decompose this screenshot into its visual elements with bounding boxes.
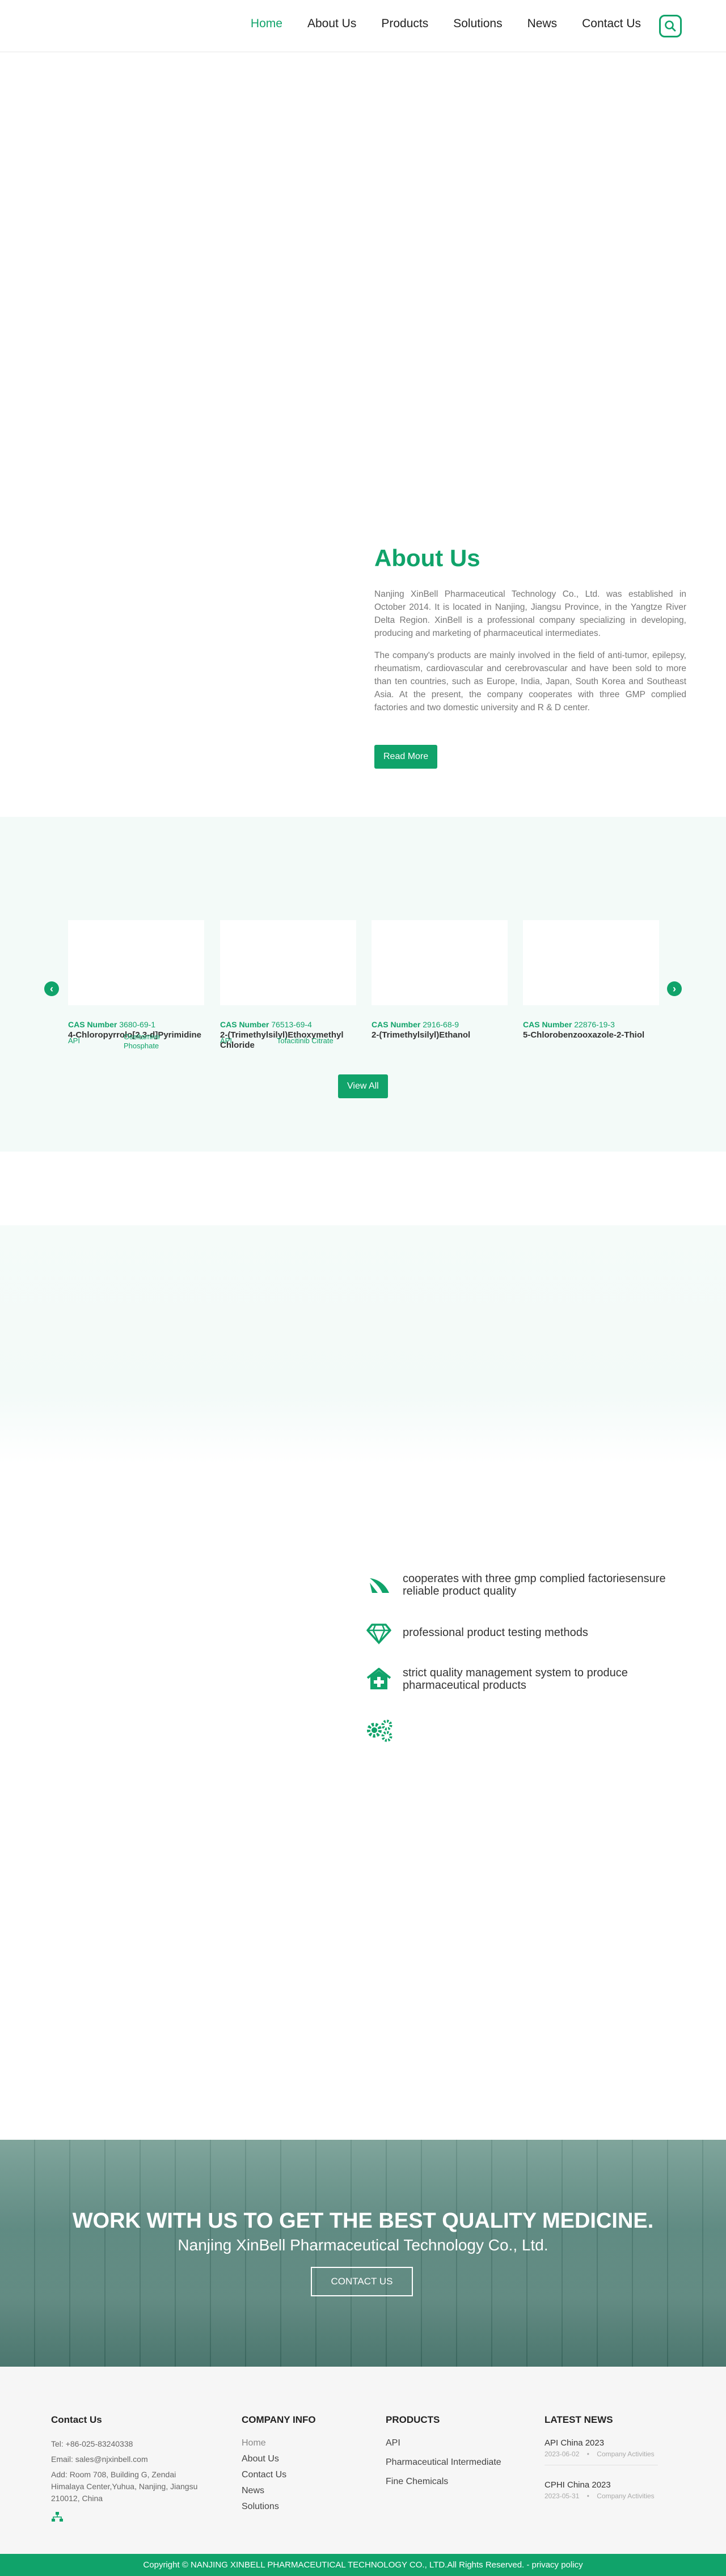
feature-text: cooperates with three gmp complied facto…	[403, 1572, 666, 1597]
product-category-tag[interactable]: Oseltamivir	[124, 1032, 161, 1041]
news-category[interactable]: Company Activities	[597, 2450, 654, 2458]
product-category-tag[interactable]: API	[68, 1036, 80, 1045]
footer-link-fine-chemicals[interactable]: Fine Chemicals	[386, 2477, 501, 2487]
carousel-prev-button[interactable]: ‹	[44, 981, 59, 996]
about-section: About Us Nanjing XinBell Pharmaceutical …	[374, 545, 686, 769]
news-separator: •	[586, 2450, 589, 2458]
product-cas: CAS Number 2916-68-9	[372, 1020, 459, 1029]
about-paragraph-1: Nanjing XinBell Pharmaceutical Technolog…	[374, 589, 686, 638]
contact-us-button[interactable]: CONTACT US	[311, 2267, 413, 2296]
product-image	[220, 920, 356, 1005]
news-meta: 2023-06-02 • Company Activities	[544, 2450, 660, 2458]
news-title[interactable]: API China 2023	[544, 2438, 660, 2448]
medical-house-icon	[366, 1668, 391, 1689]
nav-solutions[interactable]: Solutions	[453, 17, 502, 31]
site-footer: Contact Us Tel: +86-025-83240338 Email: …	[0, 2367, 726, 2554]
cta-banner: WORK WITH US TO GET THE BEST QUALITY MED…	[0, 2140, 726, 2367]
footer-contact-heading: Contact Us	[51, 2414, 102, 2425]
footer-email[interactable]: Email: sales@njxinbell.com	[51, 2453, 204, 2465]
hero-banner	[0, 52, 726, 523]
product-card[interactable]: CAS Number 3680-69-1 4-Chloropyrrolo[2,3…	[68, 920, 204, 1040]
search-icon	[665, 20, 676, 32]
product-image	[68, 920, 204, 1005]
product-category-tag[interactable]: Phosphate	[124, 1042, 159, 1050]
footer-tel: Tel: +86-025-83240338	[51, 2439, 133, 2448]
footer-link-pharmaceutical-intermediate[interactable]: Pharmaceutical Intermediate	[386, 2457, 501, 2468]
site-header: Home About Us Products Solutions News Co…	[0, 0, 726, 52]
news-date: 2023-05-31	[544, 2492, 580, 2500]
product-cas: CAS Number 3680-69-1	[68, 1020, 156, 1029]
product-category-tag[interactable]: API	[220, 1036, 232, 1045]
search-button[interactable]	[659, 15, 682, 37]
product-name: 5-Chlorobenzooxazole-2-Thiol	[523, 1030, 645, 1040]
footer-link-news[interactable]: News	[242, 2486, 316, 2496]
footer-news-heading: LATEST NEWS	[544, 2414, 613, 2425]
nav-products[interactable]: Products	[381, 17, 428, 31]
feature-item: cooperates with three gmp complied facto…	[365, 1571, 669, 1599]
gears-icon	[367, 1719, 392, 1742]
carousel-next-button[interactable]: ›	[667, 981, 682, 996]
footer-products: PRODUCTS API Pharmaceutical Intermediate…	[386, 2414, 501, 2493]
footer-link-home[interactable]: Home	[242, 2438, 316, 2448]
leaf-icon	[370, 1578, 389, 1593]
footer-link-solutions[interactable]: Solutions	[242, 2502, 316, 2512]
feature-text: strict quality management system to prod…	[403, 1667, 628, 1692]
product-card[interactable]: CAS Number 2916-68-9 2-(Trimethylsilyl)E…	[372, 920, 508, 1040]
nav-news[interactable]: News	[527, 17, 558, 31]
about-title: About Us	[374, 545, 480, 571]
footer-address: Add: Room 708, Building G, Zendai Himala…	[51, 2470, 198, 2503]
product-name: 2-(Trimethylsilyl)Ethanol	[372, 1030, 471, 1040]
nav-contact-us[interactable]: Contact Us	[582, 17, 641, 31]
footer-latest-news: LATEST NEWS API China 2023 2023-06-02 • …	[544, 2414, 660, 2522]
product-image	[372, 920, 508, 1005]
news-separator: •	[586, 2492, 589, 2500]
feature-text: professional product testing methods	[403, 1626, 588, 1639]
chevron-right-icon: ›	[673, 983, 676, 994]
sitemap-icon[interactable]	[51, 2511, 64, 2523]
footer-contact: Contact Us Tel: +86-025-83240338 Email: …	[51, 2414, 204, 2526]
news-category[interactable]: Company Activities	[597, 2492, 654, 2500]
nav-about-us[interactable]: About Us	[307, 17, 356, 31]
footer-products-heading: PRODUCTS	[386, 2414, 440, 2425]
cta-subtitle: Nanjing XinBell Pharmaceutical Technolog…	[178, 2236, 548, 2254]
footer-company-info: COMPANY INFO Home About Us Contact Us Ne…	[242, 2414, 316, 2518]
main-nav: Home About Us Products Solutions News Co…	[251, 17, 641, 31]
product-card[interactable]: CAS Number 76513-69-4 2-(Trimethylsilyl)…	[220, 920, 356, 1051]
products-section: ‹ › CAS Number 3680-69-1 4-Chloropyrrolo…	[0, 817, 726, 1152]
footer-link-about-us[interactable]: About Us	[242, 2454, 316, 2464]
view-all-button[interactable]: View All	[338, 1074, 388, 1098]
read-more-button[interactable]: Read More	[374, 745, 438, 769]
product-category-tag[interactable]: Tofacitinib Citrate	[277, 1036, 334, 1045]
copyright-bar: Copyright © NANJING XINBELL PHARMACEUTIC…	[0, 2554, 726, 2576]
footer-link-api[interactable]: API	[386, 2438, 501, 2448]
feature-item: strict quality management system to prod…	[365, 1666, 669, 1693]
product-image	[523, 920, 659, 1005]
footer-company-heading: COMPANY INFO	[242, 2414, 316, 2425]
diamond-icon	[366, 1624, 391, 1645]
footer-link-contact-us[interactable]: Contact Us	[242, 2470, 316, 2480]
cta-title: WORK WITH US TO GET THE BEST QUALITY MED…	[72, 2209, 654, 2233]
product-cas: CAS Number 76513-69-4	[220, 1020, 312, 1029]
chevron-left-icon: ‹	[50, 983, 53, 994]
nav-home[interactable]: Home	[251, 17, 282, 31]
feature-item: professional product testing methods	[365, 1619, 669, 1646]
news-meta: 2023-05-31 • Company Activities	[544, 2492, 660, 2500]
about-paragraph-2: The company's products are mainly involv…	[374, 651, 686, 712]
product-cas: CAS Number 22876-19-3	[523, 1020, 615, 1029]
news-date: 2023-06-02	[544, 2450, 580, 2458]
product-card[interactable]: CAS Number 22876-19-3 5-Chlorobenzooxazo…	[523, 920, 659, 1040]
news-title[interactable]: CPHI China 2023	[544, 2480, 660, 2490]
decorative-band	[0, 1225, 726, 1464]
